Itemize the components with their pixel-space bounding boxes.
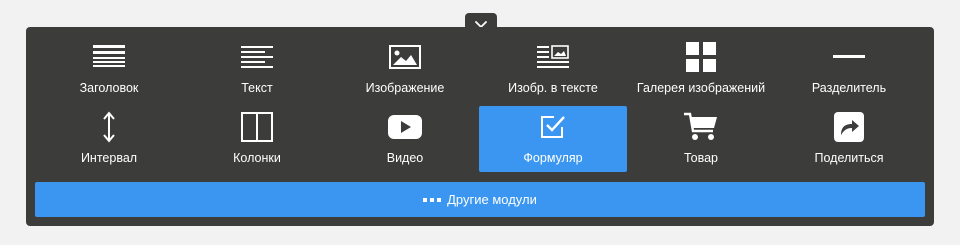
module-form[interactable]: Формуляр: [479, 106, 627, 172]
module-label: Видео: [386, 151, 424, 165]
module-label: Заголовок: [79, 81, 139, 95]
text-icon: [183, 42, 331, 72]
module-columns[interactable]: Колонки: [183, 106, 331, 172]
spacing-icon: [35, 111, 183, 143]
module-label: Товар: [683, 151, 718, 165]
module-label: Формуляр: [523, 151, 583, 165]
module-label: Разделитель: [811, 81, 887, 95]
module-label: Колонки: [233, 151, 281, 165]
heading-icon: [35, 42, 183, 72]
dots-icon: [423, 197, 442, 202]
module-picker-panel: Заголовок Текст Изображение Изобр. в тек…: [26, 27, 934, 226]
module-text[interactable]: Текст: [183, 36, 331, 102]
module-divider[interactable]: Разделитель: [775, 36, 923, 102]
module-label: Галерея изображений: [636, 81, 766, 95]
module-label: Поделиться: [814, 151, 884, 165]
module-spacing[interactable]: Интервал: [35, 106, 183, 172]
video-icon: [331, 112, 479, 142]
more-modules-label: Другие модули: [447, 192, 537, 207]
module-heading[interactable]: Заголовок: [35, 36, 183, 102]
share-icon: [775, 112, 923, 142]
image-icon: [331, 42, 479, 72]
module-label: Интервал: [80, 151, 138, 165]
module-image[interactable]: Изображение: [331, 36, 479, 102]
module-label: Текст: [241, 81, 273, 95]
module-image-in-text[interactable]: Изобр. в тексте: [479, 36, 627, 102]
module-grid: Заголовок Текст Изображение Изобр. в тек…: [26, 36, 934, 184]
divider-icon: [775, 42, 923, 72]
module-label: Изображение: [365, 81, 445, 95]
module-label: Изобр. в тексте: [508, 81, 598, 95]
cart-icon: [627, 112, 775, 142]
more-modules-button[interactable]: Другие модули: [35, 182, 925, 217]
form-icon: [479, 112, 627, 142]
image-in-text-icon: [479, 42, 627, 72]
gallery-icon: [627, 42, 775, 72]
module-gallery[interactable]: Галерея изображений: [627, 36, 775, 102]
module-video[interactable]: Видео: [331, 106, 479, 172]
module-share[interactable]: Поделиться: [775, 106, 923, 172]
columns-icon: [183, 112, 331, 142]
module-product[interactable]: Товар: [627, 106, 775, 172]
